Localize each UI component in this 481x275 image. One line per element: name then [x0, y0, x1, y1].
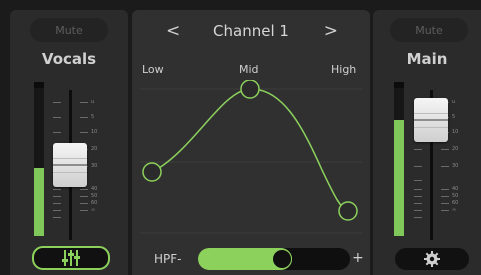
settings-button[interactable]	[395, 248, 469, 270]
main-scale-u: u	[452, 99, 456, 105]
eq-editor-panel: < Channel 1 > Low Mid High HPF- +	[132, 10, 370, 275]
main-meter-fill	[394, 120, 404, 236]
vocals-meter-fill	[34, 168, 44, 236]
vocals-scale-20: 20	[91, 146, 98, 152]
main-scale-10: 10	[452, 129, 459, 135]
vocals-level-meter	[34, 82, 44, 236]
vocals-mute-button[interactable]: Mute	[30, 18, 108, 42]
main-scale-inf: ∞	[452, 207, 457, 213]
eq-band-low-label: Low	[142, 63, 164, 76]
eq-sliders-icon	[62, 250, 80, 266]
vocals-channel-strip: Mute Vocals u 5 10 20 30 40 50 60 ∞	[10, 10, 128, 275]
eq-high-handle[interactable]	[338, 201, 358, 221]
eq-low-handle[interactable]	[142, 162, 162, 182]
channel-selector: < Channel 1 >	[132, 10, 370, 52]
main-scale-30: 30	[452, 163, 459, 169]
main-level-meter	[394, 82, 404, 236]
main-scale-20: 20	[452, 146, 459, 152]
hpf-control: HPF- +	[132, 243, 370, 275]
main-scale-60: 60	[452, 200, 459, 206]
main-peak-indicator	[394, 82, 404, 88]
main-channel-name: Main	[406, 50, 448, 68]
eq-curve	[151, 88, 349, 212]
vocals-scale-30: 30	[91, 163, 98, 169]
main-scale-5: 5	[452, 114, 456, 120]
main-scale-50: 50	[452, 193, 459, 199]
hpf-increase-label: +	[352, 250, 364, 266]
eq-band-mid-label: Mid	[239, 63, 259, 76]
vocals-scale-60: 60	[91, 200, 98, 206]
main-channel-strip: Mute Main u 5 10 20 30 40 50 60 ∞	[373, 10, 481, 275]
hpf-slider[interactable]	[198, 248, 350, 270]
hpf-slider-knob[interactable]	[272, 249, 292, 269]
next-channel-button[interactable]: >	[324, 21, 338, 41]
vocals-scale-10: 10	[91, 129, 98, 135]
gear-icon	[424, 251, 440, 267]
main-mute-button[interactable]: Mute	[390, 18, 468, 42]
vocals-fader-handle[interactable]	[53, 143, 87, 187]
eq-mid-handle[interactable]	[240, 80, 260, 99]
vocals-scale-u: u	[91, 99, 95, 105]
main-scale-40: 40	[452, 186, 459, 192]
vocals-peak-indicator	[34, 82, 44, 88]
eq-curve-graph	[140, 80, 362, 234]
vocals-channel-name: Vocals	[41, 50, 97, 68]
vocals-scale-50: 50	[91, 193, 98, 199]
hpf-label: HPF-	[154, 252, 182, 266]
vocals-scale-inf: ∞	[91, 207, 96, 213]
vocals-scale-40: 40	[91, 186, 98, 192]
eq-band-high-label: High	[331, 63, 357, 76]
main-fader-handle[interactable]	[414, 98, 448, 142]
eq-button[interactable]	[32, 246, 110, 270]
vocals-scale-5: 5	[91, 114, 95, 120]
